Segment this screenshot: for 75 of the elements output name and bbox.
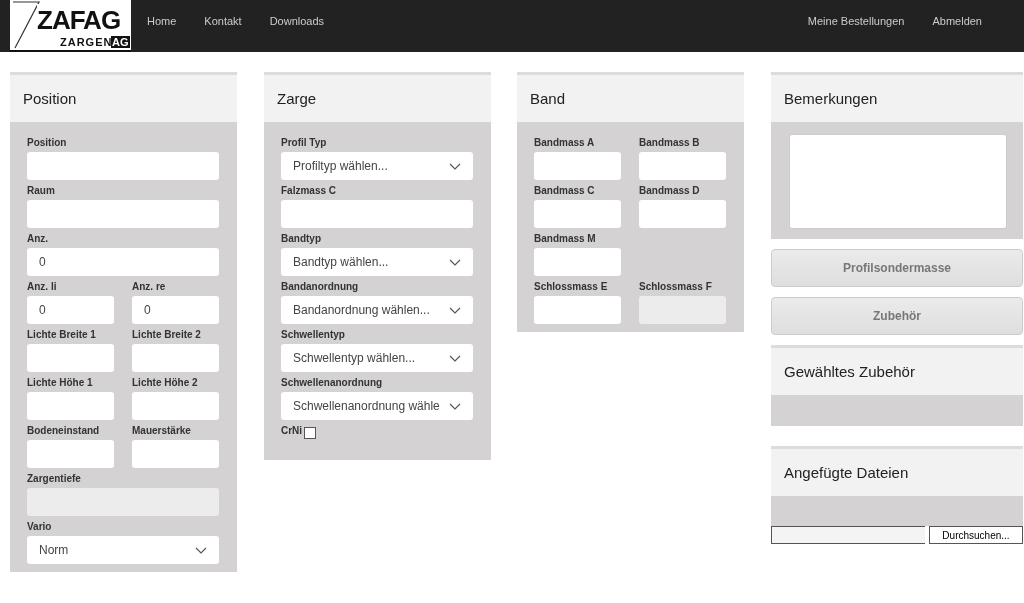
input-field[interactable]: 0 — [27, 248, 219, 276]
nav-link[interactable]: Downloads — [255, 0, 339, 27]
field-label: Anz. re — [132, 280, 167, 294]
nav-link[interactable]: Home — [133, 0, 191, 27]
field-label: Zargentiefe — [27, 472, 82, 486]
input-field[interactable] — [534, 248, 621, 276]
panel-title: Zarge — [264, 75, 491, 122]
field-label: Lichte Breite 1 — [27, 328, 97, 342]
chevron-down-icon — [449, 162, 461, 170]
panel-title: Angefügte Dateien — [771, 449, 1023, 496]
input-field[interactable] — [27, 440, 114, 468]
field-label: Anz. li — [27, 280, 58, 294]
chevron-down-icon — [449, 258, 461, 266]
field-label: Schlossmass F — [639, 280, 713, 294]
input-field[interactable] — [27, 152, 219, 180]
input-field[interactable] — [27, 344, 114, 372]
field-label: Bandtyp — [281, 232, 322, 246]
browse-button[interactable]: Durchsuchen... — [929, 526, 1023, 544]
field-label: CrNi — [281, 424, 303, 438]
field-label: Schlossmass E — [534, 280, 609, 294]
action-button[interactable]: Profilsondermasse — [771, 249, 1023, 287]
dropdown[interactable]: Bandtyp wählen... — [281, 248, 473, 276]
input-field[interactable] — [281, 200, 473, 228]
dropdown[interactable]: Norm — [27, 536, 219, 564]
input-field[interactable]: 0 — [27, 296, 114, 324]
nav-link[interactable]: Kontakt — [190, 0, 256, 27]
checkbox[interactable] — [304, 427, 317, 439]
panel-title: Position — [10, 75, 237, 122]
field-label: Raum — [27, 184, 56, 198]
input-field[interactable] — [27, 392, 114, 420]
input-field[interactable] — [132, 440, 219, 468]
field-label: Schwellenanordnung — [281, 376, 384, 390]
action-button[interactable]: Zubehör — [771, 297, 1023, 335]
chevron-down-icon — [449, 402, 461, 410]
field-label: Bandmass A — [534, 136, 596, 150]
field-label: Profil Typ — [281, 136, 328, 150]
panel-title: Gewähltes Zubehör — [771, 348, 1023, 395]
field-label: Bodeneinstand — [27, 424, 101, 438]
dropdown[interactable]: Schwellentyp wählen... — [281, 344, 473, 372]
field-label: Anz. — [27, 232, 50, 246]
field-label: Bandmass C — [534, 184, 596, 198]
panel-title: Bemerkungen — [771, 75, 1023, 122]
field-label: Vario — [27, 520, 53, 534]
field-label: Bandmass M — [534, 232, 597, 246]
input-field[interactable] — [534, 152, 621, 180]
input-field[interactable] — [639, 152, 726, 180]
input-field[interactable] — [132, 344, 219, 372]
logo-badge: AG — [111, 36, 130, 48]
field-label: Falzmass C — [281, 184, 338, 198]
input-field[interactable] — [639, 200, 726, 228]
field-label: Schwellentyp — [281, 328, 346, 342]
field-label: Bandanordnung — [281, 280, 360, 294]
field-label: Bandmass B — [639, 136, 701, 150]
dropdown[interactable]: Bandanordnung wählen... — [281, 296, 473, 324]
input-field[interactable] — [534, 296, 621, 324]
chevron-down-icon — [449, 354, 461, 362]
chevron-down-icon — [449, 306, 461, 314]
field-label: Mauerstärke — [132, 424, 192, 438]
input-field[interactable] — [27, 200, 219, 228]
input-field[interactable] — [534, 200, 621, 228]
nav-link[interactable]: Meine Bestellungen — [793, 0, 919, 27]
field-label: Lichte Breite 2 — [132, 328, 202, 342]
dropdown[interactable]: Schwellenanordnung wähle — [281, 392, 473, 420]
text-area[interactable] — [789, 134, 1007, 229]
nav-link[interactable]: Abmelden — [918, 0, 996, 27]
panel-title: Band — [517, 75, 744, 122]
field-label: Position — [27, 136, 68, 150]
field-label: Lichte Höhe 1 — [27, 376, 94, 390]
chevron-down-icon — [195, 546, 207, 554]
dropdown[interactable]: Profiltyp wählen... — [281, 152, 473, 180]
input-field[interactable]: 0 — [132, 296, 219, 324]
file-path-field[interactable] — [771, 526, 925, 544]
field-label: Lichte Höhe 2 — [132, 376, 199, 390]
input-field[interactable] — [132, 392, 219, 420]
field-label: Bandmass D — [639, 184, 701, 198]
